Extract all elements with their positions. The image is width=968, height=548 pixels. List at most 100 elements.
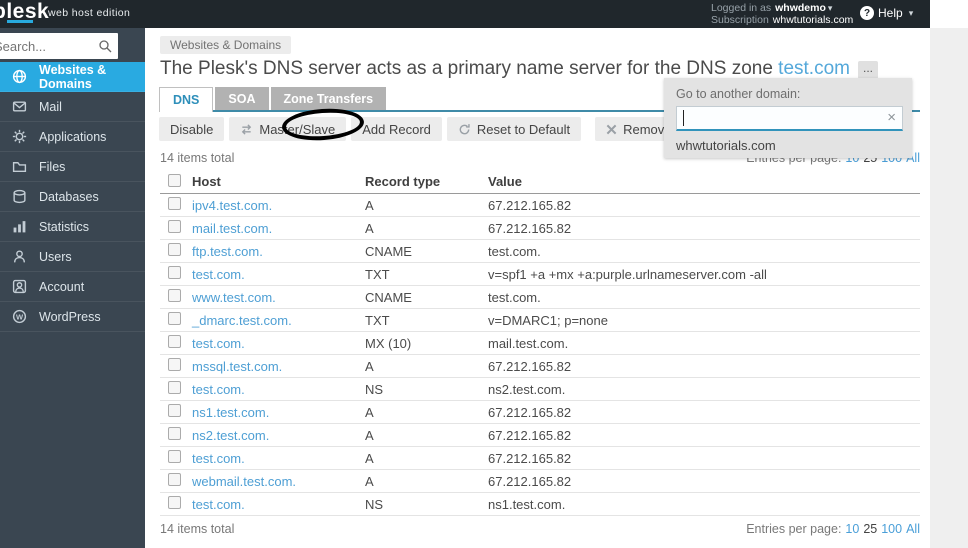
sidebar-item-wordpress[interactable]: W WordPress	[0, 302, 145, 332]
chevron-down-icon: ▾	[909, 8, 914, 19]
sidebar-item-label: Users	[39, 250, 72, 264]
row-checkbox[interactable]	[168, 473, 181, 486]
value-cell: 67.212.165.82	[488, 198, 920, 213]
help-icon: ?	[860, 6, 874, 20]
go-to-domain-label: Go to another domain:	[676, 87, 800, 101]
host-link[interactable]: ns1.test.com.	[192, 405, 365, 420]
tab-zone-transfers[interactable]: Zone Transfers	[271, 87, 387, 110]
table-row: webmail.test.com.A67.212.165.82	[160, 470, 920, 493]
more-button[interactable]: ...	[858, 61, 878, 79]
sidebar-item-mail[interactable]: Mail	[0, 92, 145, 122]
value-cell: mail.test.com.	[488, 336, 920, 351]
value-cell: ns2.test.com.	[488, 382, 920, 397]
row-checkbox[interactable]	[168, 427, 181, 440]
host-link[interactable]: ipv4.test.com.	[192, 198, 365, 213]
sidebar: Websites & Domains Mail Applications Fil…	[0, 28, 145, 548]
row-checkbox[interactable]	[168, 404, 181, 417]
username-menu[interactable]: whwdemo	[775, 2, 826, 14]
host-link[interactable]: test.com.	[192, 451, 365, 466]
clear-input-icon[interactable]: ×	[887, 109, 896, 126]
subscription-value: whwtutorials.com	[773, 14, 854, 26]
sidebar-item-statistics[interactable]: Statistics	[0, 212, 145, 242]
mail-icon	[12, 99, 27, 114]
row-checkbox[interactable]	[168, 312, 181, 325]
table-row: test.com.A67.212.165.82	[160, 447, 920, 470]
table-row: test.com.NSns1.test.com.	[160, 493, 920, 516]
sidebar-item-account[interactable]: Account	[0, 272, 145, 302]
subscription-label: Subscription	[711, 14, 769, 26]
domain-link[interactable]: test.com	[778, 58, 850, 79]
button-label: Reset to Default	[477, 122, 570, 137]
entries-per-page: Entries per page:1025100All	[746, 522, 920, 536]
breadcrumb[interactable]: Websites & Domains	[160, 36, 291, 54]
host-link[interactable]: ftp.test.com.	[192, 244, 365, 259]
page-size-all[interactable]: All	[906, 522, 920, 536]
value-cell: 67.212.165.82	[488, 359, 920, 374]
sidebar-item-databases[interactable]: Databases	[0, 182, 145, 212]
value-cell: 67.212.165.82	[488, 428, 920, 443]
table-header-row: Host Record type Value	[160, 170, 920, 194]
search-icon	[98, 39, 112, 53]
tabs: DNS SOA Zone Transfers	[159, 87, 386, 112]
row-checkbox[interactable]	[168, 450, 181, 463]
value-cell: v=DMARC1; p=none	[488, 313, 920, 328]
row-checkbox[interactable]	[168, 197, 181, 210]
select-all-checkbox[interactable]	[168, 174, 181, 187]
record-type-cell: A	[365, 474, 488, 489]
row-checkbox[interactable]	[168, 358, 181, 371]
sidebar-nav: Websites & Domains Mail Applications Fil…	[0, 62, 145, 332]
page-size-25-current: 25	[863, 522, 877, 536]
table-row: mail.test.com.A67.212.165.82	[160, 217, 920, 240]
page-right-gutter	[930, 28, 968, 548]
record-type-cell: MX (10)	[365, 336, 488, 351]
host-link[interactable]: _dmarc.test.com.	[192, 313, 365, 328]
tab-dns[interactable]: DNS	[159, 87, 213, 112]
record-type-cell: A	[365, 221, 488, 236]
dns-records-table: Host Record type Value ipv4.test.com.A67…	[160, 170, 920, 516]
host-link[interactable]: test.com.	[192, 267, 365, 282]
row-checkbox[interactable]	[168, 496, 181, 509]
tab-soa[interactable]: SOA	[215, 87, 268, 110]
domain-search-input[interactable]	[677, 107, 902, 129]
sidebar-item-files[interactable]: Files	[0, 152, 145, 182]
list-footer-bar: 14 items total Entries per page:1025100A…	[160, 522, 920, 536]
session-info: Logged in aswhwdemo▾ Subscriptionwhwtuto…	[711, 2, 853, 26]
sidebar-item-label: Websites & Domains	[39, 63, 145, 91]
host-link[interactable]: mssql.test.com.	[192, 359, 365, 374]
items-total: 14 items total	[160, 151, 234, 165]
row-checkbox[interactable]	[168, 266, 181, 279]
logo-accent-bar	[7, 20, 33, 23]
row-checkbox[interactable]	[168, 381, 181, 394]
host-link[interactable]: test.com.	[192, 382, 365, 397]
page-size-10[interactable]: 10	[845, 522, 859, 536]
sidebar-item-users[interactable]: Users	[0, 242, 145, 272]
reset-default-button[interactable]: Reset to Default	[447, 117, 581, 141]
go-to-domain-panel: Go to another domain: × whwtutorials.com	[664, 78, 912, 158]
master-slave-button[interactable]: Master/Slave	[229, 117, 346, 141]
row-checkbox[interactable]	[168, 243, 181, 256]
host-link[interactable]: test.com.	[192, 336, 365, 351]
globe-icon	[12, 69, 27, 84]
host-link[interactable]: test.com.	[192, 497, 365, 512]
add-record-button[interactable]: Add Record	[351, 117, 442, 141]
remove-icon	[606, 124, 617, 135]
host-link[interactable]: mail.test.com.	[192, 221, 365, 236]
record-type-cell: TXT	[365, 313, 488, 328]
button-label: Master/Slave	[259, 122, 335, 137]
host-link[interactable]: ns2.test.com.	[192, 428, 365, 443]
database-icon	[12, 189, 27, 204]
disable-button[interactable]: Disable	[159, 117, 224, 141]
sidebar-item-websites-domains[interactable]: Websites & Domains	[0, 62, 145, 92]
sidebar-item-applications[interactable]: Applications	[0, 122, 145, 152]
row-checkbox[interactable]	[168, 289, 181, 302]
edition-label: web host edition	[48, 7, 130, 19]
host-link[interactable]: www.test.com.	[192, 290, 365, 305]
row-checkbox[interactable]	[168, 220, 181, 233]
value-cell: 67.212.165.82	[488, 221, 920, 236]
help-menu[interactable]: ? Help ▾	[860, 6, 913, 20]
page-size-100[interactable]: 100	[881, 522, 902, 536]
table-row: test.com.MX (10)mail.test.com.	[160, 332, 920, 355]
host-link[interactable]: webmail.test.com.	[192, 474, 365, 489]
domain-suggestion-item[interactable]: whwtutorials.com	[676, 138, 776, 153]
row-checkbox[interactable]	[168, 335, 181, 348]
